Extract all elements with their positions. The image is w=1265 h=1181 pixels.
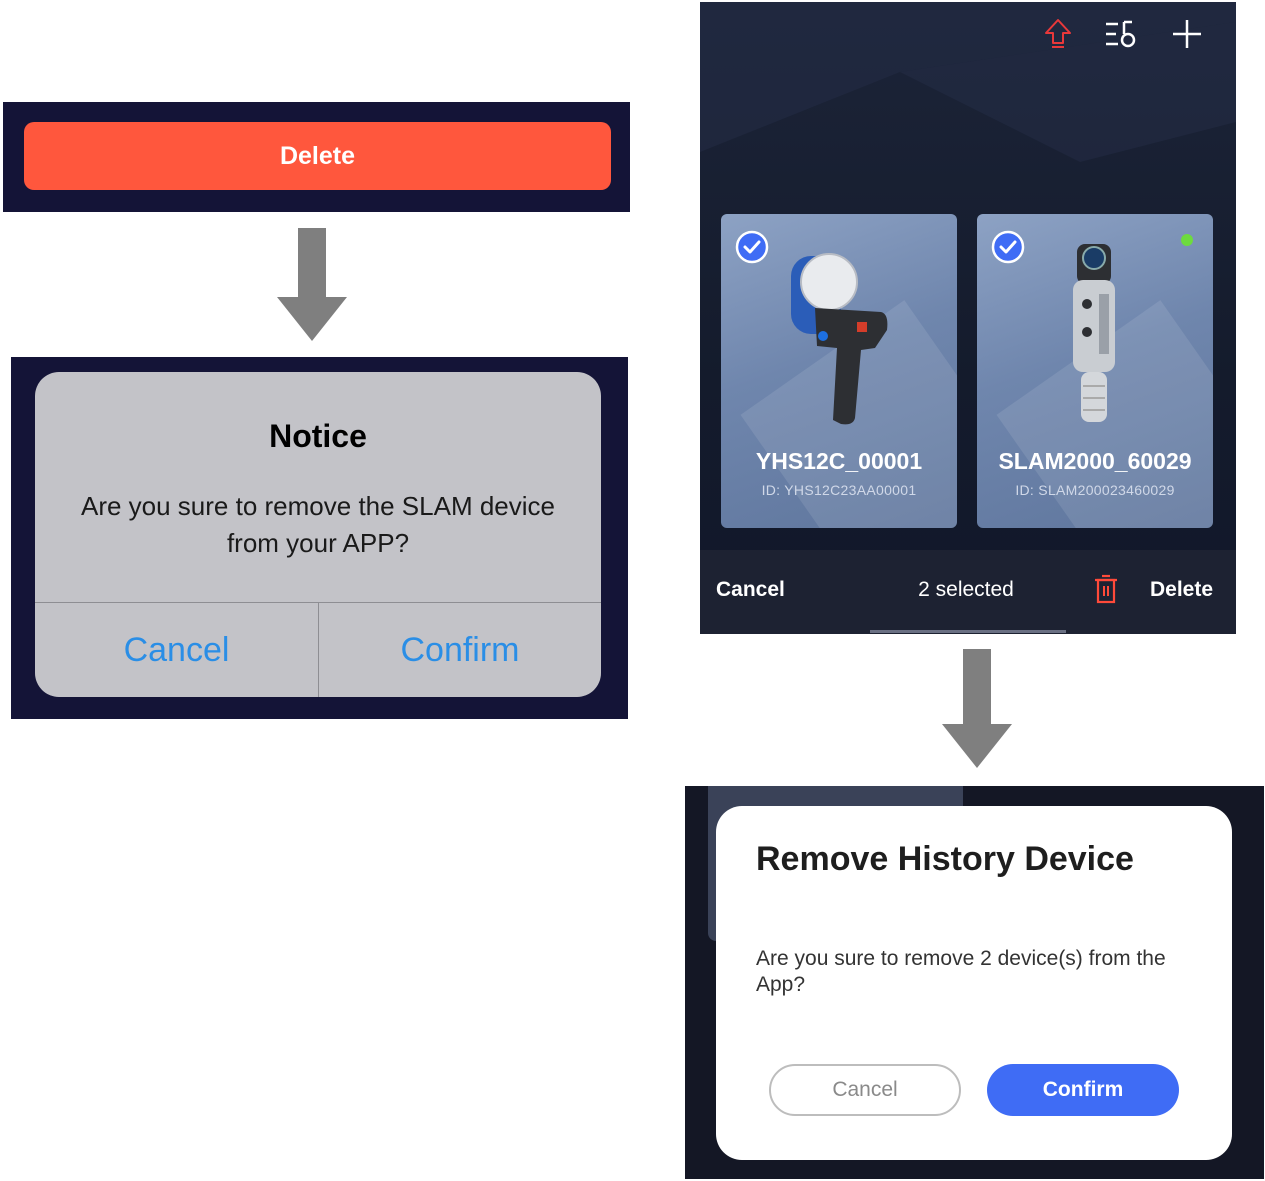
bar-delete-button[interactable]: Delete	[1150, 578, 1213, 602]
notice-dialog: Notice Are you sure to remove the SLAM d…	[35, 372, 601, 697]
scanner-device-image	[791, 253, 888, 425]
notice-dialog-panel: Notice Are you sure to remove the SLAM d…	[11, 357, 628, 719]
dialog-title: Remove History Device	[756, 840, 1134, 878]
delete-button-panel: Delete	[3, 102, 630, 212]
device-name: YHS12C_00001	[755, 448, 923, 474]
upload-icon[interactable]	[1040, 16, 1076, 52]
dialog-message: Are you sure to remove 2 device(s) from …	[756, 947, 1166, 996]
device-card[interactable]: YHS12C_00001 ID: YHS12C23AA00001	[721, 214, 957, 528]
device-card[interactable]: SLAM2000_60029 ID: SLAM200023460029	[977, 214, 1213, 528]
check-circle-icon[interactable]	[991, 230, 1025, 264]
home-indicator	[870, 630, 1066, 633]
flow-arrow-down-icon	[277, 228, 347, 341]
trash-icon[interactable]	[1093, 574, 1119, 604]
filter-list-icon[interactable]	[1102, 16, 1138, 52]
delete-button[interactable]: Delete	[24, 122, 611, 190]
dialog-confirm-button[interactable]: Confirm	[987, 1064, 1179, 1116]
selection-action-bar: Cancel 2 selected Delete	[700, 550, 1236, 634]
device-id: ID: SLAM200023460029	[1015, 482, 1175, 498]
notice-cancel-button[interactable]: Cancel	[35, 603, 318, 697]
dialog-cancel-button[interactable]: Cancel	[769, 1064, 961, 1116]
remove-history-dialog: Remove History Device Are you sure to re…	[716, 806, 1232, 1160]
bar-cancel-button[interactable]: Cancel	[716, 578, 785, 602]
notice-confirm-button[interactable]: Confirm	[319, 603, 601, 697]
flow-arrow-down-icon	[942, 649, 1012, 769]
online-status-dot	[1181, 234, 1193, 246]
remove-dialog-panel: Remove History Device Are you sure to re…	[685, 786, 1264, 1179]
selected-count: 2 selected	[918, 578, 1014, 601]
notice-message: Are you sure to remove the SLAM device f…	[80, 491, 555, 558]
slam-device-image	[1073, 244, 1115, 422]
device-list-screen: YHS12C_00001 ID: YHS12C23AA00001 SLAM200…	[700, 2, 1236, 634]
add-icon[interactable]	[1169, 16, 1205, 52]
notice-title: Notice	[269, 418, 367, 454]
check-circle-icon[interactable]	[735, 230, 769, 264]
background-decoration	[700, 2, 1236, 162]
device-name: SLAM2000_60029	[998, 448, 1192, 474]
device-id: ID: YHS12C23AA00001	[761, 482, 917, 498]
